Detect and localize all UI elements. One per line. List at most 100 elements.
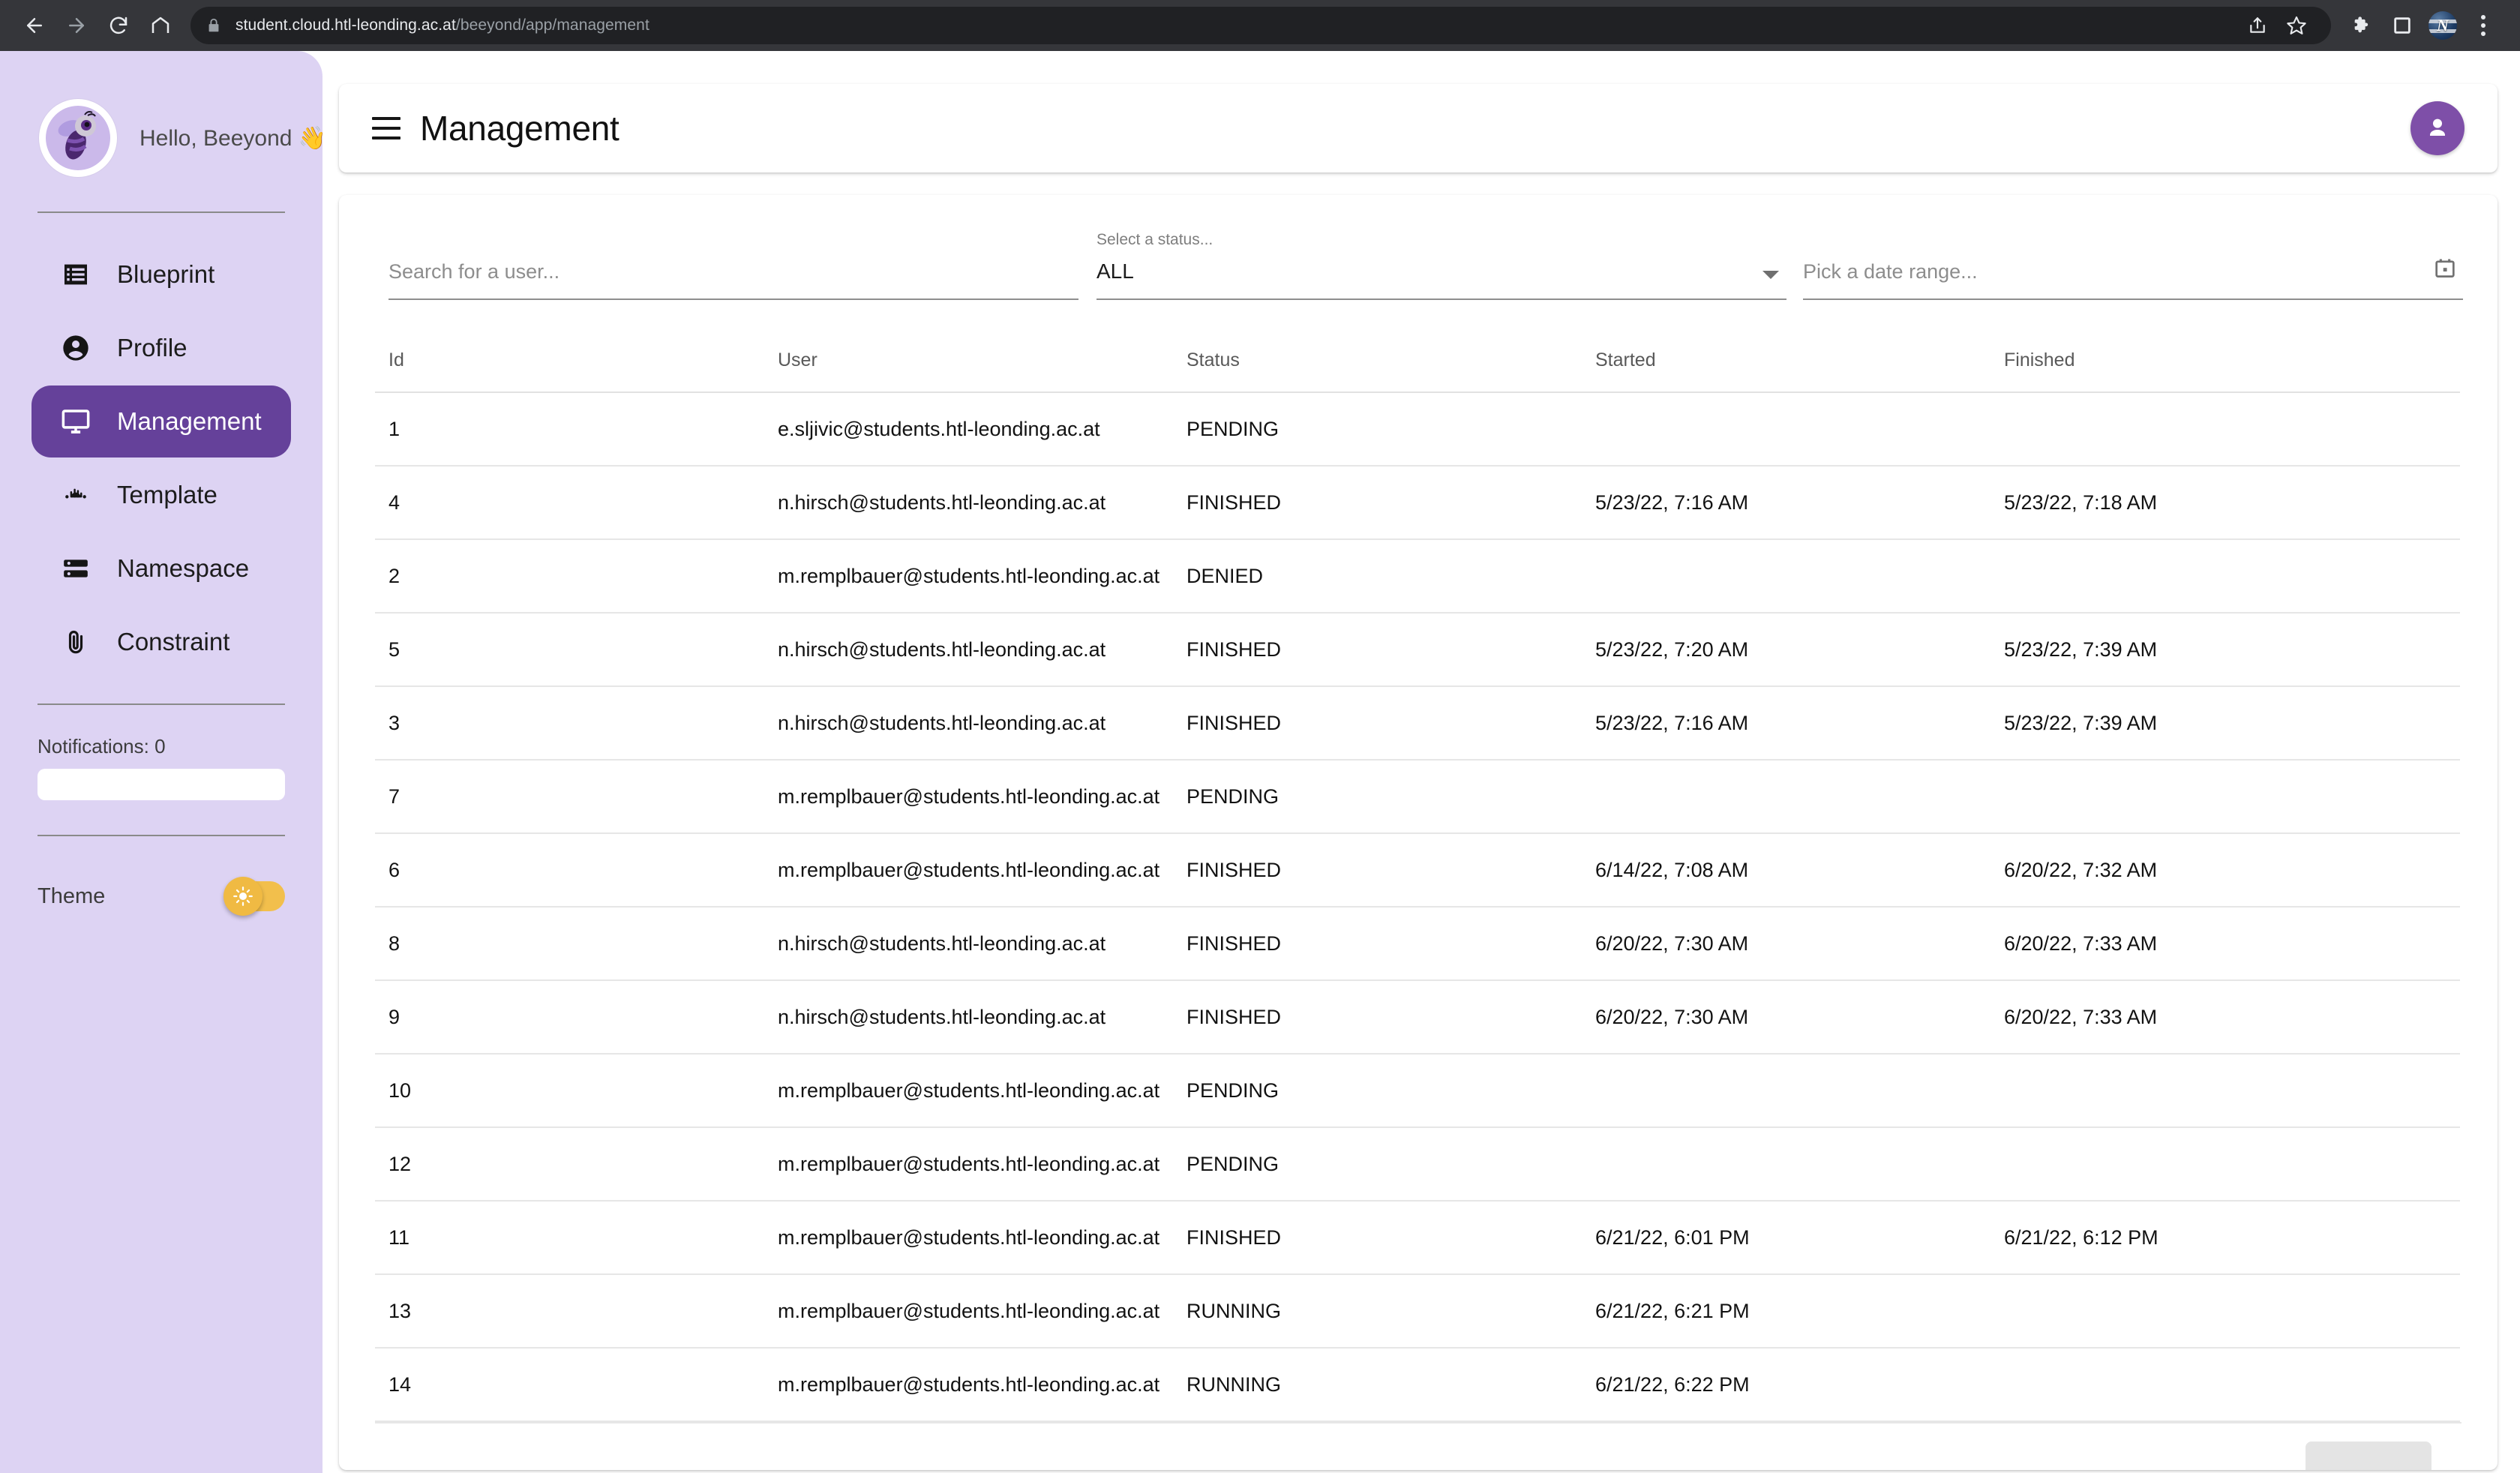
sidebar-user-greeting: Hello, Beeyond 👋 xyxy=(32,51,326,177)
notifications-label: Notifications: 0 xyxy=(38,735,166,758)
calendar-picker-button[interactable] xyxy=(2428,252,2462,285)
cell-finished: 5/23/22, 7:39 AM xyxy=(2004,638,2158,661)
cell-started: 5/23/22, 7:16 AM xyxy=(1595,490,1749,514)
browser-profile-button[interactable]: N xyxy=(2422,5,2463,46)
sun-icon xyxy=(224,877,262,916)
filter-bar: Search for a user... Select a status... … xyxy=(339,195,2498,315)
sidebar-divider-bottom xyxy=(38,835,285,836)
table-row[interactable]: 7 m.remplbauer@students.htl-leonding.ac.a… xyxy=(375,760,2460,834)
reload-button[interactable] xyxy=(98,4,140,46)
address-bar[interactable]: student.cloud.htl-leonding.ac.at/beeyond… xyxy=(190,7,2331,44)
cell-id: 14 xyxy=(388,1372,412,1396)
table-row[interactable]: 5 n.hirsch@students.htl-leonding.ac.at FIN… xyxy=(375,614,2460,687)
sidebar-item-profile[interactable]: Profile xyxy=(32,312,291,384)
side-panel-button[interactable] xyxy=(2382,5,2422,46)
cell-user: n.hirsch@students.htl-leonding.ac.at xyxy=(778,1005,1106,1028)
sidebar-item-blueprint[interactable]: Blueprint xyxy=(32,238,291,310)
cell-user: n.hirsch@students.htl-leonding.ac.at xyxy=(778,490,1106,514)
date-range-input[interactable]: Pick a date range... xyxy=(1803,216,2463,300)
home-icon xyxy=(152,16,170,33)
forward-button[interactable] xyxy=(56,4,98,46)
side-panel-icon xyxy=(2394,17,2410,34)
table-row[interactable]: 10 m.remplbauer@students.htl-leonding.ac.… xyxy=(375,1054,2460,1128)
cell-started: 6/20/22, 7:30 AM xyxy=(1595,932,1749,955)
cell-id: 8 xyxy=(388,932,400,955)
cell-status: DENIED xyxy=(1186,564,1264,587)
paginator[interactable] xyxy=(2306,1442,2432,1470)
cell-started: 5/23/22, 7:16 AM xyxy=(1595,711,1749,734)
column-header-id[interactable]: Id xyxy=(375,350,778,371)
cell-id: 10 xyxy=(388,1078,412,1102)
cell-id: 6 xyxy=(388,858,400,881)
column-header-status[interactable]: Status xyxy=(1186,350,1595,371)
page-viewport: Hello, Beeyond 👋 Blueprint Profile Manag… xyxy=(0,51,2520,1473)
table-row[interactable]: 13 m.remplbauer@students.htl-leonding.ac.… xyxy=(375,1275,2460,1348)
url-path: /beeyond/app/management xyxy=(455,16,650,34)
hamburger-menu-icon[interactable] xyxy=(372,117,400,140)
column-header-user[interactable]: User xyxy=(778,350,1186,371)
table-row[interactable]: 2 m.remplbauer@students.htl-leonding.ac.a… xyxy=(375,540,2460,614)
sidebar-item-label: Blueprint xyxy=(117,260,215,288)
cell-user: n.hirsch@students.htl-leonding.ac.at xyxy=(778,638,1106,661)
cell-id: 1 xyxy=(388,417,400,440)
status-select[interactable]: Select a status... ALL xyxy=(1096,216,1786,300)
cell-user: m.remplbauer@students.htl-leonding.ac.at xyxy=(778,1372,1160,1396)
cell-status: FINISHED xyxy=(1186,711,1282,734)
table-header-row: Id User Status Started Finished xyxy=(375,328,2460,393)
cell-user: n.hirsch@students.htl-leonding.ac.at xyxy=(778,932,1106,955)
avatar: N xyxy=(2428,11,2457,40)
notifications-section: Notifications: 0 xyxy=(32,704,291,836)
share-icon xyxy=(2250,17,2265,33)
sidebar-item-management[interactable]: Management xyxy=(32,386,291,458)
status-value: ALL xyxy=(1096,260,1134,283)
table-row[interactable]: 14 m.remplbauer@students.htl-leonding.ac.… xyxy=(375,1348,2460,1422)
bee-icon xyxy=(58,111,96,160)
home-button[interactable] xyxy=(140,4,182,46)
cell-id: 5 xyxy=(388,638,400,661)
table-row[interactable]: 1 e.sljivic@students.htl-leonding.ac.at PE… xyxy=(375,393,2460,466)
share-button[interactable] xyxy=(2238,6,2277,45)
list-icon xyxy=(58,260,93,290)
lock-icon[interactable] xyxy=(206,17,222,34)
main-content: Management Search for a user... Select a… xyxy=(322,51,2520,1473)
table-row[interactable]: 8 n.hirsch@students.htl-leonding.ac.at FIN… xyxy=(375,908,2460,981)
monitor-icon xyxy=(58,406,93,437)
table-row[interactable]: 6 m.remplbauer@students.htl-leonding.ac.a… xyxy=(375,834,2460,908)
search-input[interactable]: Search for a user... xyxy=(388,216,1078,300)
cell-user: e.sljivic@students.htl-leonding.ac.at xyxy=(778,417,1100,440)
cell-finished: 6/20/22, 7:33 AM xyxy=(2004,1005,2158,1028)
sidebar-item-namespace[interactable]: Namespace xyxy=(32,532,291,604)
table-row[interactable]: 3 n.hirsch@students.htl-leonding.ac.at FIN… xyxy=(375,687,2460,760)
page-title: Management xyxy=(420,109,620,148)
sidebar-item-label: Namespace xyxy=(117,554,250,582)
theme-toggle[interactable] xyxy=(224,877,285,916)
reload-icon xyxy=(110,16,128,34)
cell-user: m.remplbauer@students.htl-leonding.ac.at xyxy=(778,784,1160,808)
column-header-started[interactable]: Started xyxy=(1595,350,2004,371)
cell-finished: 5/23/22, 7:39 AM xyxy=(2004,711,2158,734)
column-header-finished[interactable]: Finished xyxy=(2004,350,2413,371)
table-row[interactable]: 4 n.hirsch@students.htl-leonding.ac.at FIN… xyxy=(375,466,2460,540)
jobs-table: Id User Status Started Finished 1 e.sljiv… xyxy=(375,328,2460,1422)
cell-status: RUNNING xyxy=(1186,1299,1281,1322)
table-row[interactable]: 11 m.remplbauer@students.htl-leonding.ac.… xyxy=(375,1202,2460,1275)
sidebar-divider-top xyxy=(38,212,285,213)
user-account-button[interactable] xyxy=(2410,101,2464,155)
cell-started: 5/23/22, 7:20 AM xyxy=(1595,638,1749,661)
management-panel: Search for a user... Select a status... … xyxy=(339,195,2498,1470)
extensions-button[interactable] xyxy=(2342,5,2382,46)
table-row[interactable]: 12 m.remplbauer@students.htl-leonding.ac.… xyxy=(375,1128,2460,1202)
cell-status: FINISHED xyxy=(1186,1005,1282,1028)
cell-finished: 5/23/22, 7:18 AM xyxy=(2004,490,2158,514)
cell-started: 6/21/22, 6:21 PM xyxy=(1595,1299,1750,1322)
browser-menu-button[interactable] xyxy=(2463,5,2504,46)
table-row[interactable]: 9 n.hirsch@students.htl-leonding.ac.at FIN… xyxy=(375,981,2460,1054)
notifications-list[interactable] xyxy=(38,769,285,800)
back-button[interactable] xyxy=(14,4,56,46)
sidebar-item-template[interactable]: Template xyxy=(32,459,291,531)
cell-user: n.hirsch@students.htl-leonding.ac.at xyxy=(778,711,1106,734)
bookmark-button[interactable] xyxy=(2277,6,2316,45)
blur-on-icon xyxy=(58,480,93,510)
cell-status: FINISHED xyxy=(1186,490,1282,514)
sidebar-item-constraint[interactable]: Constraint xyxy=(32,606,291,678)
